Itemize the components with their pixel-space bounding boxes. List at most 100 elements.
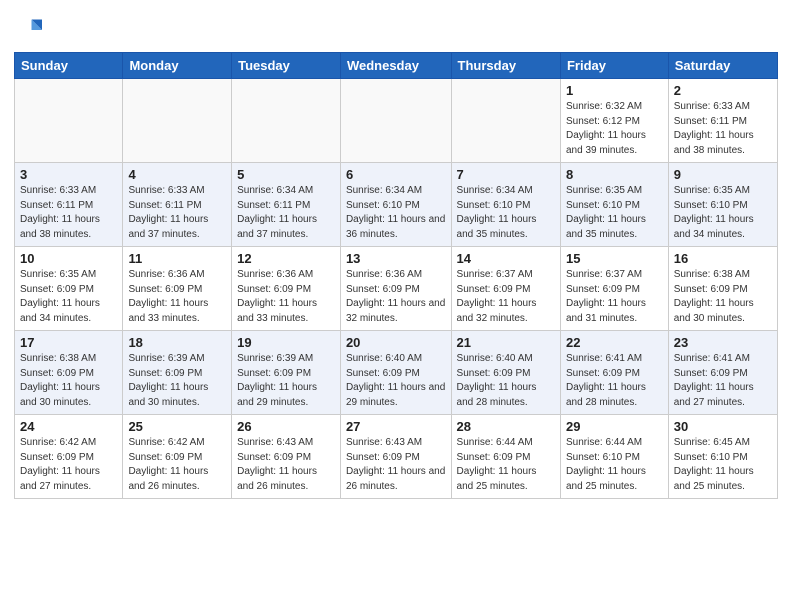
- calendar-week-4: 17 Sunrise: 6:38 AMSunset: 6:09 PMDayligh…: [15, 331, 778, 415]
- calendar-cell: [340, 79, 451, 163]
- day-number: 13: [346, 251, 446, 266]
- calendar-cell: [123, 79, 232, 163]
- calendar-cell: 7 Sunrise: 6:34 AMSunset: 6:10 PMDaylight…: [451, 163, 560, 247]
- day-number: 17: [20, 335, 117, 350]
- calendar-cell: 15 Sunrise: 6:37 AMSunset: 6:09 PMDayligh…: [560, 247, 668, 331]
- day-number: 9: [674, 167, 772, 182]
- day-info: Sunrise: 6:45 AMSunset: 6:10 PMDaylight:…: [674, 436, 772, 494]
- calendar-cell: 16Sunrise: 6:38 AMSunset: 6:09 PMDayligh…: [668, 247, 777, 331]
- day-info: Sunrise: 6:33 AMSunset: 6:11 PMDaylight:…: [20, 184, 117, 242]
- day-info: Sunrise: 6:36 AMSunset: 6:09 PMDaylight:…: [237, 268, 335, 326]
- day-number: 22: [566, 335, 663, 350]
- day-info: Sunrise: 6:42 AMSunset: 6:09 PMDaylight:…: [20, 436, 117, 494]
- day-header-monday: Monday: [123, 53, 232, 79]
- day-info: Sunrise: 6:44 AMSunset: 6:10 PMDaylight:…: [566, 436, 663, 494]
- calendar-week-5: 24Sunrise: 6:42 AMSunset: 6:09 PMDayligh…: [15, 415, 778, 499]
- calendar-cell: 24Sunrise: 6:42 AMSunset: 6:09 PMDayligh…: [15, 415, 123, 499]
- calendar-cell: 2 Sunrise: 6:33 AMSunset: 6:11 PMDaylight…: [668, 79, 777, 163]
- day-number: 15: [566, 251, 663, 266]
- day-info: Sunrise: 6:35 AMSunset: 6:10 PMDaylight:…: [674, 184, 772, 242]
- calendar-cell: 14 Sunrise: 6:37 AMSunset: 6:09 PMDayligh…: [451, 247, 560, 331]
- day-info: Sunrise: 6:38 AMSunset: 6:09 PMDaylight:…: [20, 352, 117, 410]
- calendar-cell: 23 Sunrise: 6:41 AMSunset: 6:09 PMDayligh…: [668, 331, 777, 415]
- calendar-cell: 11 Sunrise: 6:36 AMSunset: 6:09 PMDayligh…: [123, 247, 232, 331]
- day-number: 5: [237, 167, 335, 182]
- day-info: Sunrise: 6:34 AMSunset: 6:10 PMDaylight:…: [457, 184, 555, 242]
- day-number: 4: [128, 167, 226, 182]
- day-info: Sunrise: 6:34 AMSunset: 6:11 PMDaylight:…: [237, 184, 335, 242]
- day-header-wednesday: Wednesday: [340, 53, 451, 79]
- day-info: Sunrise: 6:43 AMSunset: 6:09 PMDaylight:…: [237, 436, 335, 494]
- day-number: 26: [237, 419, 335, 434]
- calendar-cell: 6 Sunrise: 6:34 AMSunset: 6:10 PMDaylight…: [340, 163, 451, 247]
- calendar-cell: 12 Sunrise: 6:36 AMSunset: 6:09 PMDayligh…: [232, 247, 341, 331]
- calendar-cell: [451, 79, 560, 163]
- header: [14, 10, 778, 44]
- day-info: Sunrise: 6:41 AMSunset: 6:09 PMDaylight:…: [674, 352, 772, 410]
- day-info: Sunrise: 6:33 AMSunset: 6:11 PMDaylight:…: [674, 100, 772, 158]
- day-number: 25: [128, 419, 226, 434]
- day-number: 7: [457, 167, 555, 182]
- day-info: Sunrise: 6:33 AMSunset: 6:11 PMDaylight:…: [128, 184, 226, 242]
- day-number: 28: [457, 419, 555, 434]
- day-number: 21: [457, 335, 555, 350]
- day-number: 3: [20, 167, 117, 182]
- day-number: 12: [237, 251, 335, 266]
- logo: [14, 16, 44, 44]
- calendar-week-3: 10 Sunrise: 6:35 AMSunset: 6:09 PMDayligh…: [15, 247, 778, 331]
- day-header-friday: Friday: [560, 53, 668, 79]
- calendar-header-row: SundayMondayTuesdayWednesdayThursdayFrid…: [15, 53, 778, 79]
- day-info: Sunrise: 6:35 AMSunset: 6:10 PMDaylight:…: [566, 184, 663, 242]
- calendar-week-1: 1Sunrise: 6:32 AMSunset: 6:12 PMDaylight…: [15, 79, 778, 163]
- page: SundayMondayTuesdayWednesdayThursdayFrid…: [0, 0, 792, 513]
- calendar-cell: 21 Sunrise: 6:40 AMSunset: 6:09 PMDayligh…: [451, 331, 560, 415]
- calendar-cell: 27 Sunrise: 6:43 AMSunset: 6:09 PMDayligh…: [340, 415, 451, 499]
- calendar-cell: 4 Sunrise: 6:33 AMSunset: 6:11 PMDaylight…: [123, 163, 232, 247]
- day-number: 1: [566, 83, 663, 98]
- day-info: Sunrise: 6:40 AMSunset: 6:09 PMDaylight:…: [457, 352, 555, 410]
- calendar-cell: 22Sunrise: 6:41 AMSunset: 6:09 PMDayligh…: [560, 331, 668, 415]
- day-number: 20: [346, 335, 446, 350]
- day-number: 23: [674, 335, 772, 350]
- calendar-cell: 8 Sunrise: 6:35 AMSunset: 6:10 PMDaylight…: [560, 163, 668, 247]
- calendar-cell: [232, 79, 341, 163]
- day-number: 27: [346, 419, 446, 434]
- day-info: Sunrise: 6:39 AMSunset: 6:09 PMDaylight:…: [237, 352, 335, 410]
- day-number: 2: [674, 83, 772, 98]
- calendar-cell: 3 Sunrise: 6:33 AMSunset: 6:11 PMDaylight…: [15, 163, 123, 247]
- day-info: Sunrise: 6:37 AMSunset: 6:09 PMDaylight:…: [457, 268, 555, 326]
- calendar-cell: 17 Sunrise: 6:38 AMSunset: 6:09 PMDayligh…: [15, 331, 123, 415]
- day-info: Sunrise: 6:35 AMSunset: 6:09 PMDaylight:…: [20, 268, 117, 326]
- day-header-saturday: Saturday: [668, 53, 777, 79]
- day-info: Sunrise: 6:36 AMSunset: 6:09 PMDaylight:…: [346, 268, 446, 326]
- day-header-thursday: Thursday: [451, 53, 560, 79]
- day-number: 30: [674, 419, 772, 434]
- calendar-cell: 5 Sunrise: 6:34 AMSunset: 6:11 PMDaylight…: [232, 163, 341, 247]
- calendar-cell: 25Sunrise: 6:42 AMSunset: 6:09 PMDayligh…: [123, 415, 232, 499]
- calendar-cell: 28 Sunrise: 6:44 AMSunset: 6:09 PMDayligh…: [451, 415, 560, 499]
- calendar-cell: 13 Sunrise: 6:36 AMSunset: 6:09 PMDayligh…: [340, 247, 451, 331]
- calendar-cell: 19Sunrise: 6:39 AMSunset: 6:09 PMDayligh…: [232, 331, 341, 415]
- calendar-cell: 29 Sunrise: 6:44 AMSunset: 6:10 PMDayligh…: [560, 415, 668, 499]
- day-number: 8: [566, 167, 663, 182]
- day-number: 14: [457, 251, 555, 266]
- day-info: Sunrise: 6:37 AMSunset: 6:09 PMDaylight:…: [566, 268, 663, 326]
- day-number: 29: [566, 419, 663, 434]
- day-number: 11: [128, 251, 226, 266]
- calendar-cell: 30 Sunrise: 6:45 AMSunset: 6:10 PMDayligh…: [668, 415, 777, 499]
- day-number: 10: [20, 251, 117, 266]
- day-info: Sunrise: 6:34 AMSunset: 6:10 PMDaylight:…: [346, 184, 446, 242]
- day-header-sunday: Sunday: [15, 53, 123, 79]
- day-number: 16: [674, 251, 772, 266]
- day-number: 6: [346, 167, 446, 182]
- day-number: 18: [128, 335, 226, 350]
- day-info: Sunrise: 6:40 AMSunset: 6:09 PMDaylight:…: [346, 352, 446, 410]
- day-info: Sunrise: 6:36 AMSunset: 6:09 PMDaylight:…: [128, 268, 226, 326]
- calendar-cell: 9 Sunrise: 6:35 AMSunset: 6:10 PMDaylight…: [668, 163, 777, 247]
- day-info: Sunrise: 6:44 AMSunset: 6:09 PMDaylight:…: [457, 436, 555, 494]
- calendar-cell: 18 Sunrise: 6:39 AMSunset: 6:09 PMDayligh…: [123, 331, 232, 415]
- day-info: Sunrise: 6:39 AMSunset: 6:09 PMDaylight:…: [128, 352, 226, 410]
- calendar-cell: 26 Sunrise: 6:43 AMSunset: 6:09 PMDayligh…: [232, 415, 341, 499]
- calendar-cell: 1Sunrise: 6:32 AMSunset: 6:12 PMDaylight…: [560, 79, 668, 163]
- day-info: Sunrise: 6:43 AMSunset: 6:09 PMDaylight:…: [346, 436, 446, 494]
